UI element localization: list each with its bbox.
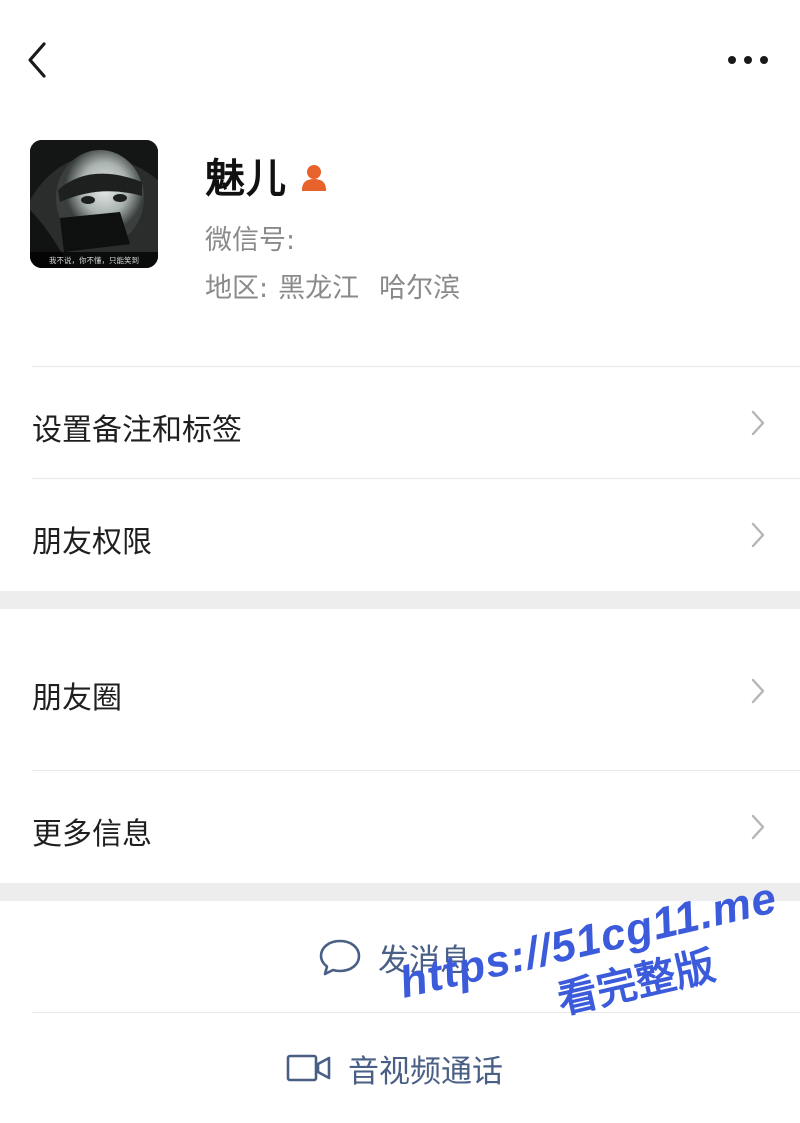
region: 地区: 黑龙江 哈尔滨 xyxy=(205,266,460,305)
set-remark-and-tags-label: 设置备注和标签 xyxy=(32,413,242,448)
region-label: 地区: xyxy=(205,273,269,304)
friend-permissions-label: 朋友权限 xyxy=(32,525,152,560)
set-remark-and-tags-row[interactable]: 设置备注和标签 xyxy=(0,367,800,478)
section-separator xyxy=(0,591,800,609)
audio-video-call-button[interactable]: 音视频通话 xyxy=(0,1013,800,1123)
section-separator xyxy=(0,883,800,901)
name-row: 魅儿 xyxy=(205,145,329,205)
video-camera-icon xyxy=(286,1054,331,1082)
more-options-button[interactable] xyxy=(726,48,770,72)
friend-permissions-row[interactable]: 朋友权限 xyxy=(0,479,800,591)
back-button[interactable] xyxy=(22,38,58,82)
region-city: 哈尔滨 xyxy=(379,273,461,304)
send-message-label: 发消息 xyxy=(378,942,471,979)
region-province: 黑龙江 xyxy=(278,273,360,304)
chevron-right-icon xyxy=(751,410,765,436)
contact-name: 魅儿 xyxy=(205,156,287,202)
chevron-right-icon xyxy=(751,678,765,704)
avatar[interactable]: 我不说，你不懂，只能笑到 xyxy=(30,140,158,268)
moments-label: 朋友圈 xyxy=(32,681,122,716)
chat-bubble-icon xyxy=(319,939,361,976)
wechat-id: 微信号: xyxy=(205,218,295,257)
send-message-button[interactable]: 发消息 xyxy=(0,902,800,1012)
moments-row[interactable]: 朋友圈 xyxy=(0,609,800,770)
back-arrow-icon xyxy=(28,42,46,78)
more-dots-icon xyxy=(728,56,768,64)
chevron-right-icon xyxy=(751,814,765,840)
more-info-row[interactable]: 更多信息 xyxy=(0,771,800,883)
top-bar xyxy=(0,0,800,120)
avatar-caption: 我不说，你不懂，只能笑到 xyxy=(49,255,139,265)
more-info-label: 更多信息 xyxy=(32,817,152,852)
wechat-id-label: 微信号: xyxy=(205,225,296,256)
chevron-right-icon xyxy=(751,522,765,548)
avatar-image: 我不说，你不懂，只能笑到 xyxy=(30,140,158,268)
contact-profile-page: 我不说，你不懂，只能笑到 魅儿 微信号: 地区: 黑龙江 哈尔滨 设置备注和标签… xyxy=(0,0,800,1123)
person-icon xyxy=(302,165,326,191)
audio-video-call-label: 音视频通话 xyxy=(348,1053,503,1090)
